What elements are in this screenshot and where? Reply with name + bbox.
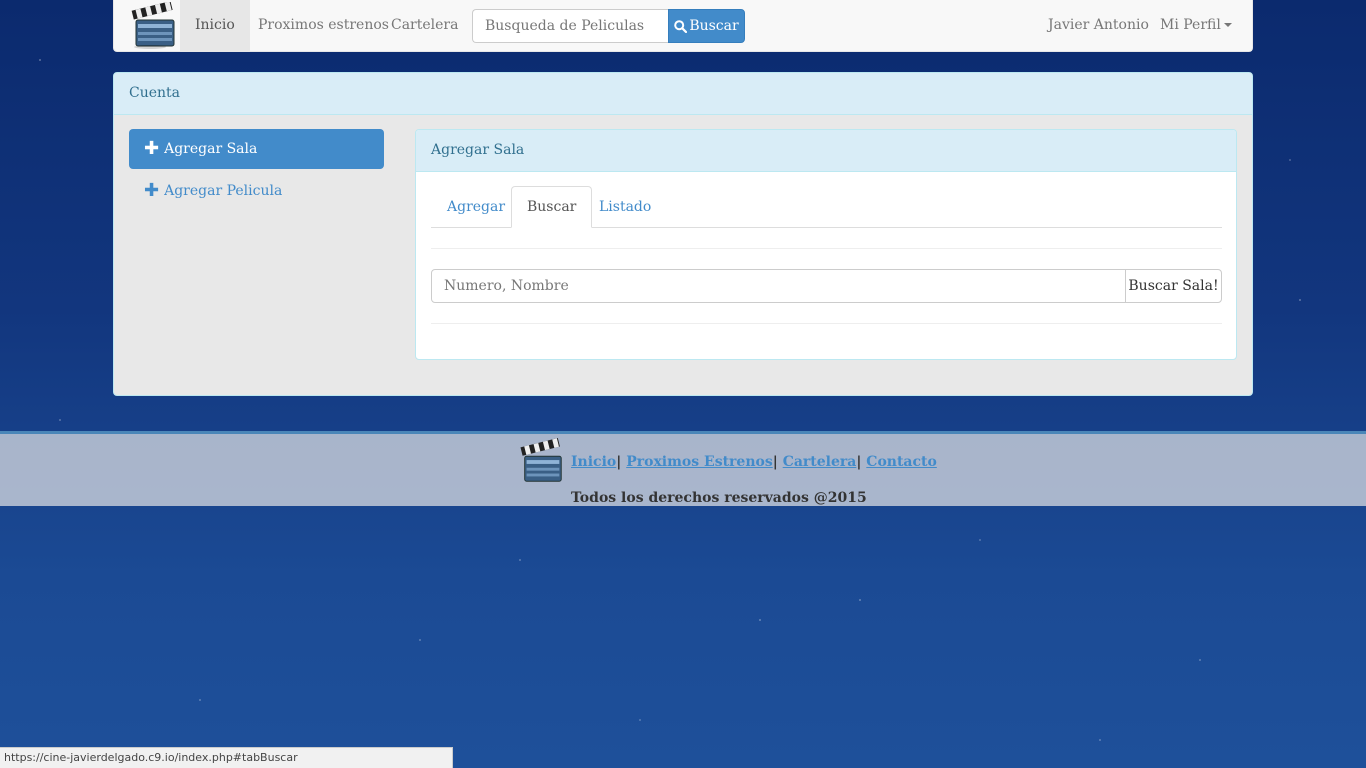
plus-icon: ✚ — [144, 180, 160, 201]
footer-link-cartelera[interactable]: Cartelera — [783, 454, 857, 470]
browser-status-url: https://cine-javierdelgado.c9.io/index.p… — [0, 747, 453, 768]
sidebar-item-agregar-pelicula[interactable]: ✚ Agregar Pelicula — [129, 173, 384, 209]
sidebar-item-label: Agregar Pelicula — [164, 183, 283, 199]
divider — [431, 248, 1222, 249]
nav-cartelera[interactable]: Cartelera — [376, 0, 473, 51]
sidebar-item-agregar-sala[interactable]: ✚ Agregar Sala — [129, 129, 384, 169]
footer-separator: | — [856, 454, 862, 470]
clapperboard-logo-icon[interactable] — [128, 2, 180, 50]
account-panel: Cuenta ✚ Agregar Sala ✚ Agregar Pelicula… — [113, 72, 1253, 396]
agregar-sala-heading: Agregar Sala — [416, 130, 1236, 172]
footer: Inicio| Proximos Estrenos| Cartelera| Co… — [0, 431, 1366, 506]
agregar-sala-panel: Agregar Sala Agregar Buscar Listado Busc… — [415, 129, 1237, 360]
footer-copyright: Todos los derechos reservados @2015 — [571, 490, 867, 506]
movie-search-input[interactable] — [472, 9, 669, 43]
sidebar-item-label: Agregar Sala — [164, 141, 258, 157]
buscar-sala-button[interactable]: Buscar Sala! — [1125, 269, 1222, 303]
clapperboard-logo-icon — [520, 438, 562, 482]
footer-separator: | — [772, 454, 778, 470]
profile-dropdown[interactable]: Mi Perfil — [1145, 0, 1247, 51]
sala-search-input[interactable] — [431, 269, 1126, 303]
footer-link-contacto[interactable]: Contacto — [866, 454, 937, 470]
tab-listado[interactable]: Listado — [583, 186, 667, 228]
search-button[interactable]: Buscar — [668, 9, 745, 43]
caret-down-icon — [1223, 23, 1232, 27]
nav-inicio[interactable]: Inicio — [180, 0, 250, 51]
footer-links: Inicio| Proximos Estrenos| Cartelera| Co… — [571, 454, 937, 470]
footer-link-inicio[interactable]: Inicio — [571, 454, 616, 470]
footer-link-proximos-estrenos[interactable]: Proximos Estrenos — [626, 454, 773, 470]
profile-label: Mi Perfil — [1160, 17, 1221, 33]
divider — [431, 323, 1222, 324]
footer-separator: | — [616, 454, 622, 470]
tab-agregar[interactable]: Agregar — [431, 186, 521, 228]
sala-tabs: Agregar Buscar Listado — [431, 186, 1222, 228]
search-button-label: Buscar — [689, 18, 739, 34]
tab-buscar[interactable]: Buscar — [511, 186, 593, 228]
account-panel-heading: Cuenta — [114, 73, 1252, 115]
top-navbar: Inicio Proximos estrenos Cartelera Busca… — [113, 0, 1253, 52]
plus-icon: ✚ — [144, 138, 160, 159]
search-icon — [674, 19, 688, 33]
